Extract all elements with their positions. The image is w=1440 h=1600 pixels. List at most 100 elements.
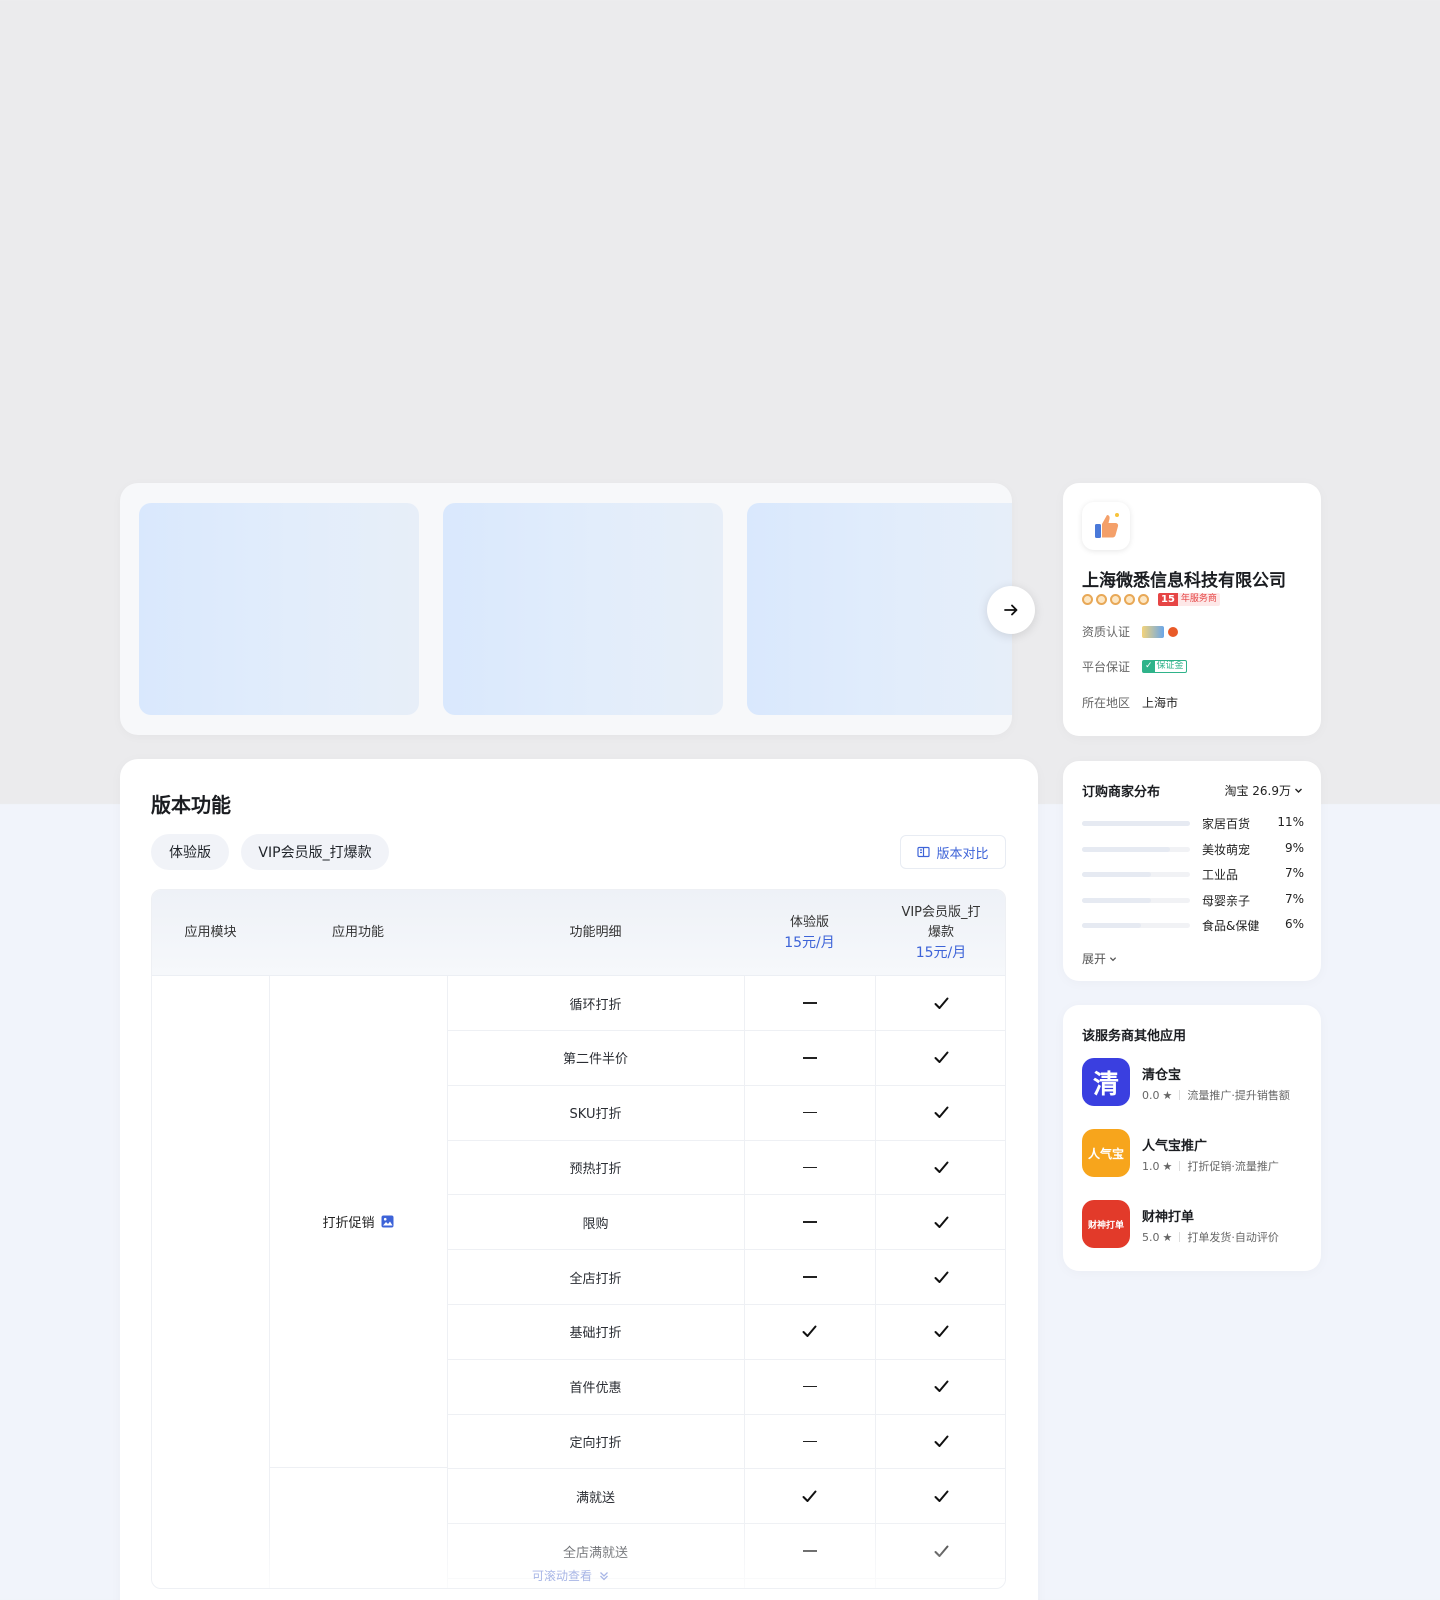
table-row: 全店满就送 — [447, 1524, 1005, 1579]
tab-trial[interactable]: 体验版 — [151, 834, 229, 870]
check-icon — [934, 1161, 948, 1173]
carousel-slide[interactable] — [139, 503, 419, 715]
chevron-down-icon — [1295, 788, 1302, 793]
feature-detail-cell: 限购 — [582, 1216, 609, 1232]
header-feature: 应用功能 — [331, 925, 384, 940]
trial-availability-cell — [744, 1031, 875, 1085]
medal-icon — [1138, 594, 1149, 605]
table-header: 应用模块 应用功能 功能明细 体验版 15元/月 VIP会员版_打爆款 15元/… — [152, 890, 1005, 976]
chevron-down-icon — [1109, 956, 1117, 961]
scroll-hint: 可滚动查看 — [532, 1567, 610, 1584]
carousel-slide[interactable] — [747, 503, 1012, 715]
check-icon — [802, 1325, 817, 1338]
feature-table[interactable]: 应用模块 应用功能 功能明细 体验版 15元/月 VIP会员版_打爆款 15元/… — [151, 889, 1006, 1589]
check-icon — [802, 1490, 817, 1502]
trial-availability-cell — [744, 1305, 875, 1359]
check-icon — [934, 1435, 948, 1447]
app-meta: 0.0 ★ 流量推广·提升销售额 — [1142, 1087, 1290, 1103]
vip-availability-cell — [875, 1414, 1005, 1468]
distribution-bar — [1082, 872, 1190, 878]
provider-card: 上海微悉信息科技有限公司 15 年服务商 资质认证 平台保证 ✓ 保证金 所在地… — [1063, 483, 1321, 736]
distribution-bar — [1082, 897, 1190, 903]
table-row: 满就送 — [447, 1469, 1005, 1525]
distribution-row: 母婴亲子 7% — [1082, 892, 1304, 908]
plan-price: 15元/月 — [784, 935, 835, 951]
distribution-row: 工业品 7% — [1082, 866, 1304, 882]
vip-availability-cell — [875, 1086, 1005, 1140]
tab-vip[interactable]: VIP会员版_打爆款 — [241, 834, 389, 870]
distribution-bar — [1082, 821, 1190, 826]
header-module: 应用模块 — [184, 925, 237, 940]
arrow-right-icon — [1004, 604, 1018, 616]
distribution-row: 食品&保健 6% — [1082, 917, 1304, 933]
vip-availability-cell — [875, 1469, 1005, 1523]
feature-detail-cell: 定向打折 — [569, 1435, 622, 1451]
check-icon — [934, 1051, 948, 1064]
table-row: 第二件半价 — [447, 1031, 1005, 1086]
app-list-item[interactable]: 人气宝 人气宝推广 1.0 ★ 打折促销·流量推广 — [1082, 1129, 1304, 1179]
trial-availability-cell — [744, 1360, 875, 1414]
feature-detail-cell: SKU打折 — [569, 1107, 622, 1123]
category-percent: 7% — [1284, 891, 1304, 906]
vip-availability-cell — [875, 1031, 1005, 1085]
medal-icon — [1124, 594, 1135, 605]
feature-detail-cell: 第二件半价 — [562, 1052, 628, 1068]
table-row: 基础打折 — [447, 1305, 1005, 1360]
double-chevron-down-icon — [600, 1571, 608, 1580]
dash-icon — [802, 1221, 817, 1223]
dash-icon — [802, 1440, 817, 1443]
trial-availability-cell — [744, 1195, 875, 1249]
check-icon — [934, 1545, 948, 1557]
version-compare-button[interactable]: 版本对比 — [900, 835, 1006, 869]
image-icon[interactable] — [381, 1215, 394, 1228]
dash-icon — [802, 1276, 817, 1278]
table-row: SKU打折 — [447, 1086, 1005, 1141]
check-icon — [934, 1216, 948, 1228]
trial-availability-cell — [744, 976, 875, 1030]
award-icon — [1168, 626, 1178, 637]
app-icon: 清 — [1082, 1058, 1130, 1106]
app-name: 财神打单 — [1142, 1210, 1195, 1225]
app-rating: 0.0 — [1142, 1088, 1160, 1102]
app-rating: 5.0 — [1142, 1230, 1160, 1244]
expand-button[interactable]: 展开 — [1082, 950, 1117, 967]
table-row: 首件优惠 — [447, 1360, 1005, 1415]
category-name: 美妆萌宠 — [1202, 842, 1251, 857]
trial-availability-cell — [744, 1524, 875, 1578]
vip-availability-cell — [875, 1140, 1005, 1194]
check-icon — [934, 1106, 948, 1119]
category-name: 母婴亲子 — [1202, 893, 1251, 908]
deposit-badge: ✓ 保证金 — [1142, 660, 1187, 673]
feature-detail-cell: 基础打折 — [569, 1326, 622, 1342]
medal-icon — [1096, 594, 1107, 605]
provider-logo — [1082, 502, 1130, 550]
provider-name[interactable]: 上海微悉信息科技有限公司 — [1082, 566, 1286, 591]
trial-availability-cell — [744, 1086, 875, 1140]
medal-icon — [1082, 594, 1093, 605]
trial-availability-cell — [744, 1469, 875, 1523]
other-apps-title: 该服务商其他应用 — [1082, 1029, 1187, 1044]
region-row: 所在地区 上海市 — [1082, 696, 1179, 710]
category-name: 工业品 — [1202, 868, 1239, 883]
dash-icon — [802, 1057, 817, 1059]
carousel-slide[interactable] — [443, 503, 723, 715]
app-meta: 1.0 ★ 打折促销·流量推广 — [1142, 1158, 1279, 1174]
trial-availability-cell — [744, 1140, 875, 1194]
certificate-icon — [1142, 625, 1164, 638]
check-icon — [934, 1490, 948, 1502]
provider-rating: 15 年服务商 — [1082, 593, 1220, 606]
qualification-row: 资质认证 — [1082, 623, 1182, 640]
carousel-next-button[interactable] — [987, 586, 1035, 634]
dash-icon — [802, 1385, 817, 1388]
guarantee-row: 平台保证 ✓ 保证金 — [1082, 658, 1187, 675]
platform-dropdown[interactable]: 淘宝 26.9万 — [1224, 782, 1303, 799]
section-title: 版本功能 — [151, 793, 231, 817]
app-icon: 财神打单 — [1082, 1200, 1130, 1248]
feature-detail-cell: 循环打折 — [569, 997, 622, 1013]
app-name: 人气宝推广 — [1142, 1139, 1208, 1154]
app-list-item[interactable]: 财神打单 财神打单 5.0 ★ 打单发货·自动评价 — [1082, 1200, 1304, 1250]
header-plan-vip: VIP会员版_打爆款 15元/月 — [901, 905, 981, 961]
check-icon — [934, 1271, 948, 1283]
app-list-item[interactable]: 清清仓宝 0.0 ★ 流量推广·提升销售额 — [1082, 1058, 1304, 1108]
dash-icon — [802, 1111, 817, 1114]
